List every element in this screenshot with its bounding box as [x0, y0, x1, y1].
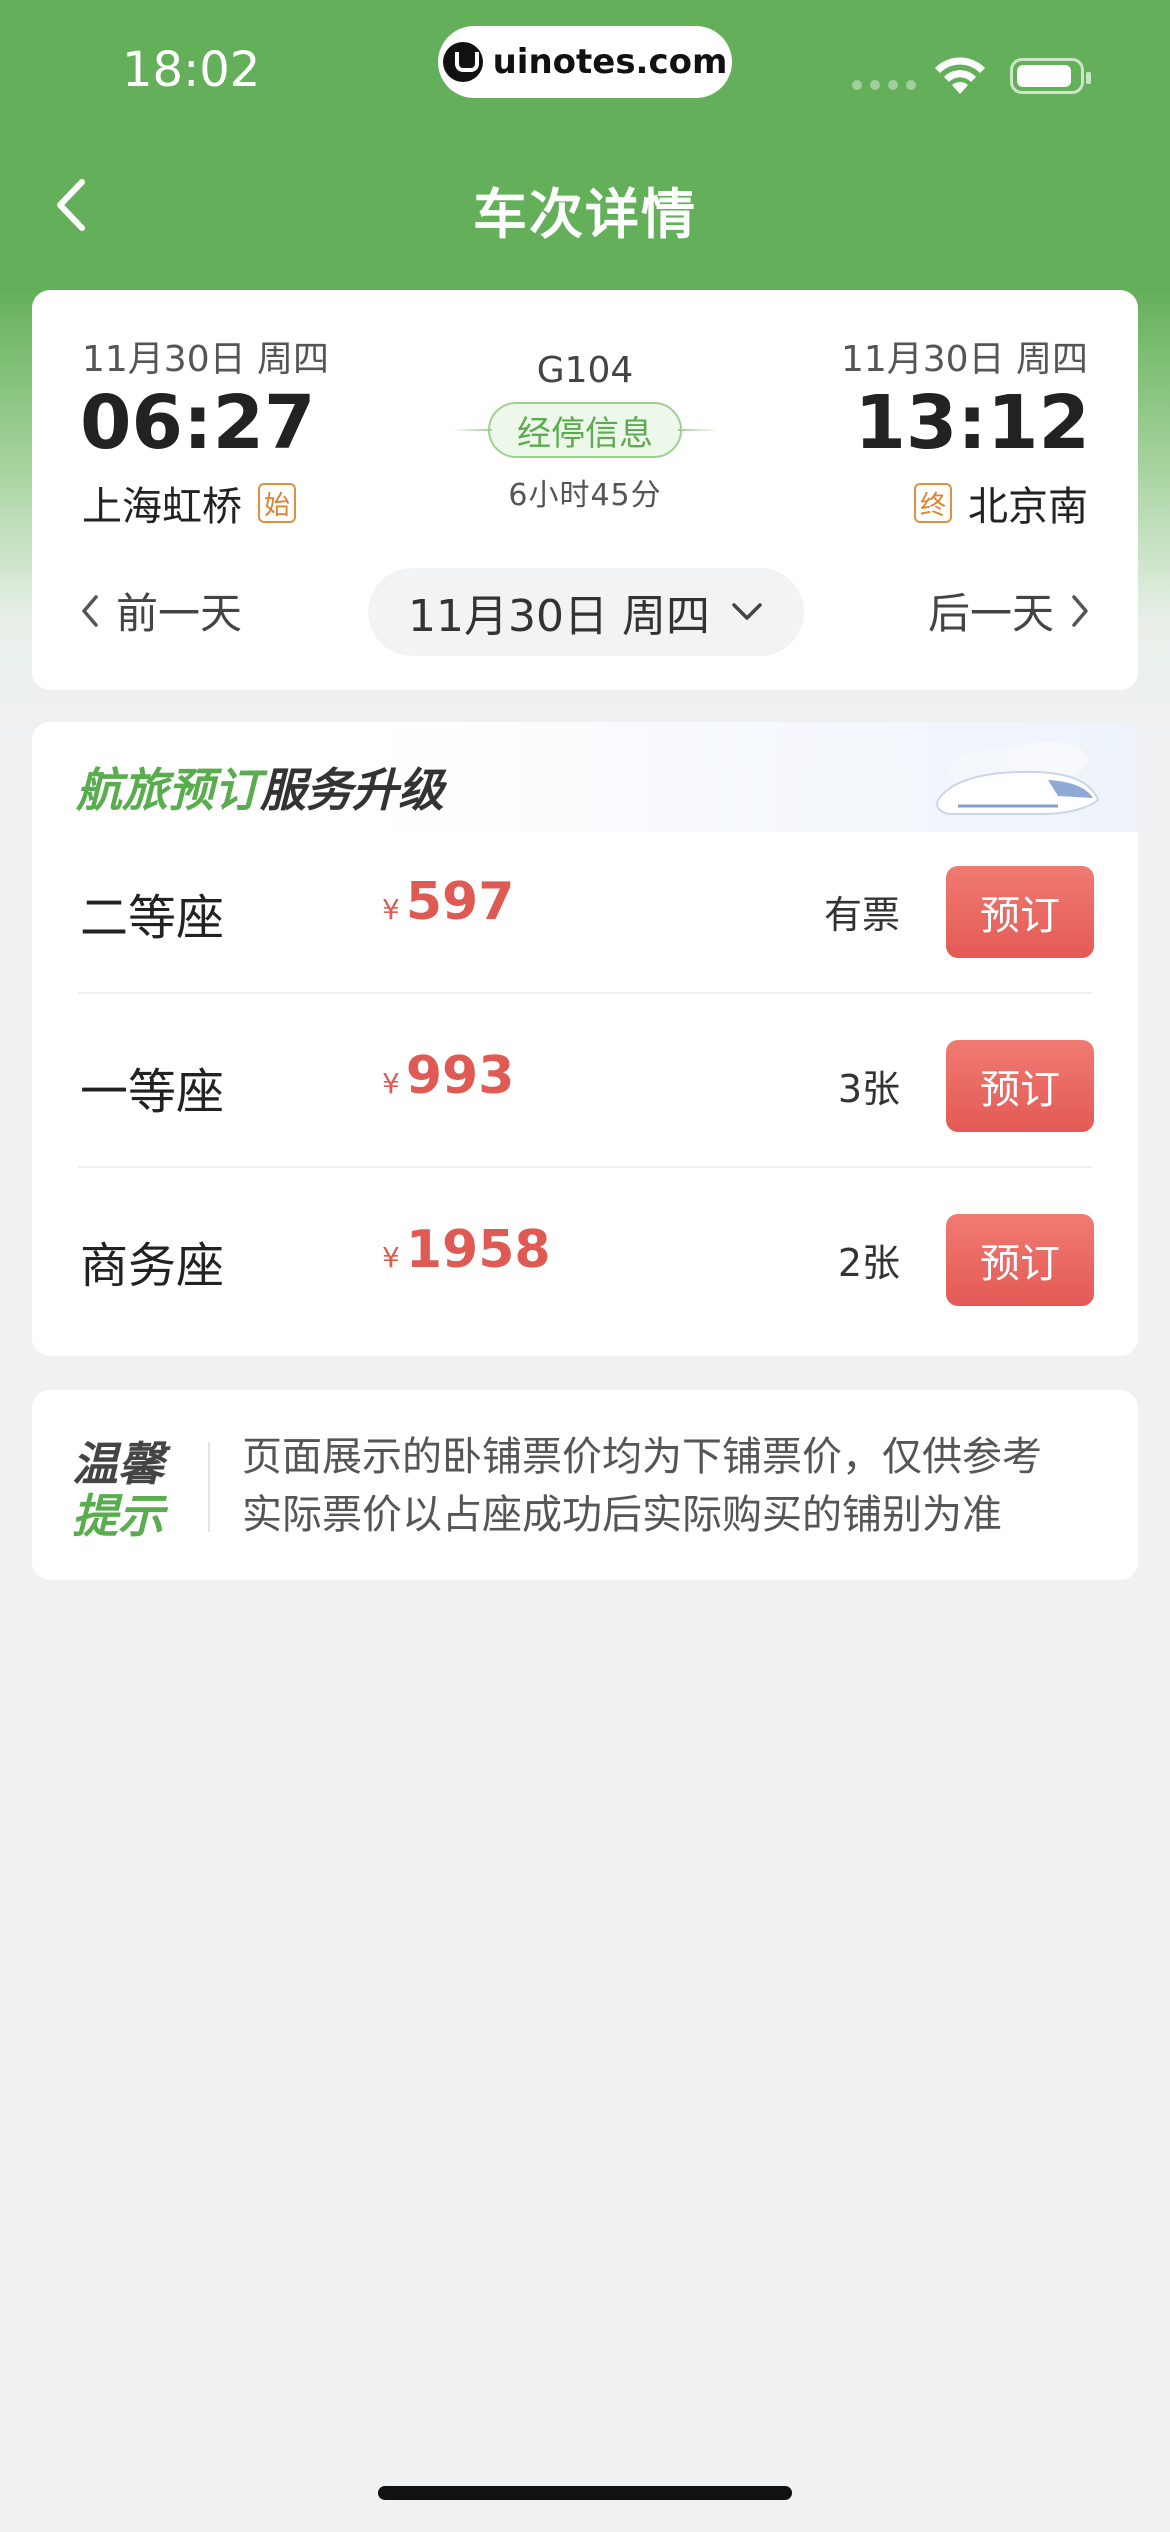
promo-title-dark: 服务升级: [260, 763, 444, 817]
seat-availability: 有票: [823, 893, 900, 937]
next-day-button[interactable]: 后一天: [928, 580, 1092, 641]
url-pill: uinotes.com: [438, 26, 732, 98]
notice-text: 页面展示的卧铺票价均为下铺票价，仅供参考 实际票价以占座成功后实际购买的铺别为准: [242, 1428, 1122, 1544]
next-day-label: 后一天: [927, 589, 1054, 638]
seat-price: ¥ 597: [382, 872, 514, 932]
seat-availability: 2张: [837, 1241, 900, 1285]
page-title: 车次详情: [473, 183, 697, 246]
current-date-label: 11月30日 周四: [408, 591, 710, 642]
promo-title-green: 航旅预订: [76, 763, 260, 817]
chevron-down-icon: [732, 603, 762, 620]
promo-title: 航旅预订服务升级: [76, 754, 444, 820]
currency-symbol: ¥: [382, 1241, 400, 1274]
site-logo-icon: [442, 42, 483, 82]
seat-type: 商务座: [80, 1238, 225, 1294]
book-button[interactable]: 预订: [946, 1040, 1094, 1132]
divider: [78, 1166, 1092, 1168]
arrive-time: 13:12: [854, 380, 1090, 466]
wifi-icon: [935, 57, 985, 94]
url-text: uinotes.com: [492, 42, 728, 82]
prev-day-button[interactable]: 前一天: [78, 580, 242, 641]
seat-type: 二等座: [80, 890, 225, 946]
book-button[interactable]: 预订: [946, 866, 1094, 958]
home-indicator[interactable]: [378, 2486, 792, 2500]
notice-card: 温馨 提示 页面展示的卧铺票价均为下铺票价，仅供参考 实际票价以占座成功后实际购…: [32, 1390, 1138, 1580]
stop-info-button[interactable]: 经停信息: [452, 402, 718, 458]
chevron-left-icon: [82, 594, 98, 627]
seat-row: 二等座 ¥ 597 有票 预订: [32, 822, 1138, 994]
seat-row: 一等座 ¥ 993 3张 预订: [32, 996, 1138, 1168]
depart-time: 06:27: [80, 380, 316, 466]
arrive-station: 终 北京南: [914, 474, 1088, 532]
book-button[interactable]: 预订: [946, 1214, 1094, 1306]
divider: [78, 992, 1092, 994]
date-selector[interactable]: 11月30日 周四: [368, 568, 804, 656]
currency-symbol: ¥: [382, 893, 400, 926]
status-time: 18:02: [122, 42, 261, 98]
price-value: 597: [405, 872, 515, 932]
battery-icon: [1010, 58, 1091, 94]
price-value: 993: [405, 1046, 515, 1106]
notice-label: 温馨 提示: [72, 1438, 182, 1542]
currency-symbol: ¥: [382, 1067, 400, 1100]
notice-line: 实际票价以占座成功后实际购买的铺别为准: [242, 1492, 1002, 1538]
train-illustration-icon: [936, 742, 1100, 815]
signal-icon: [852, 80, 916, 90]
seat-type: 一等座: [80, 1064, 225, 1120]
seat-price: ¥ 1958: [382, 1220, 551, 1280]
trip-info-card: 11月30日 周四 06:27 上海虹桥 始 G104 经停信息 6小时45分 …: [32, 290, 1138, 690]
prev-day-label: 前一天: [116, 589, 243, 638]
notice-label-top: 温馨: [72, 1437, 164, 1491]
chevron-right-icon: [1072, 594, 1088, 627]
seat-price: ¥ 993: [382, 1046, 514, 1106]
arrive-station-name: 北京南: [968, 484, 1088, 530]
terminal-tag: 终: [914, 483, 952, 523]
seat-availability: 3张: [837, 1067, 900, 1111]
notice-line: 页面展示的卧铺票价均为下铺票价，仅供参考: [242, 1434, 1042, 1480]
seat-row: 商务座 ¥ 1958 2张 预订: [32, 1170, 1138, 1342]
price-value: 1958: [405, 1220, 551, 1280]
stop-info-label: 经停信息: [488, 402, 682, 458]
notice-label-bottom: 提示: [72, 1489, 164, 1543]
arrive-date: 11月30日 周四: [840, 339, 1088, 380]
seat-list-card: 航旅预订服务升级 二等座 ¥ 597 有票 预订 一等座 ¥ 993 3张 预订…: [32, 722, 1138, 1356]
notice-divider: [208, 1442, 210, 1532]
